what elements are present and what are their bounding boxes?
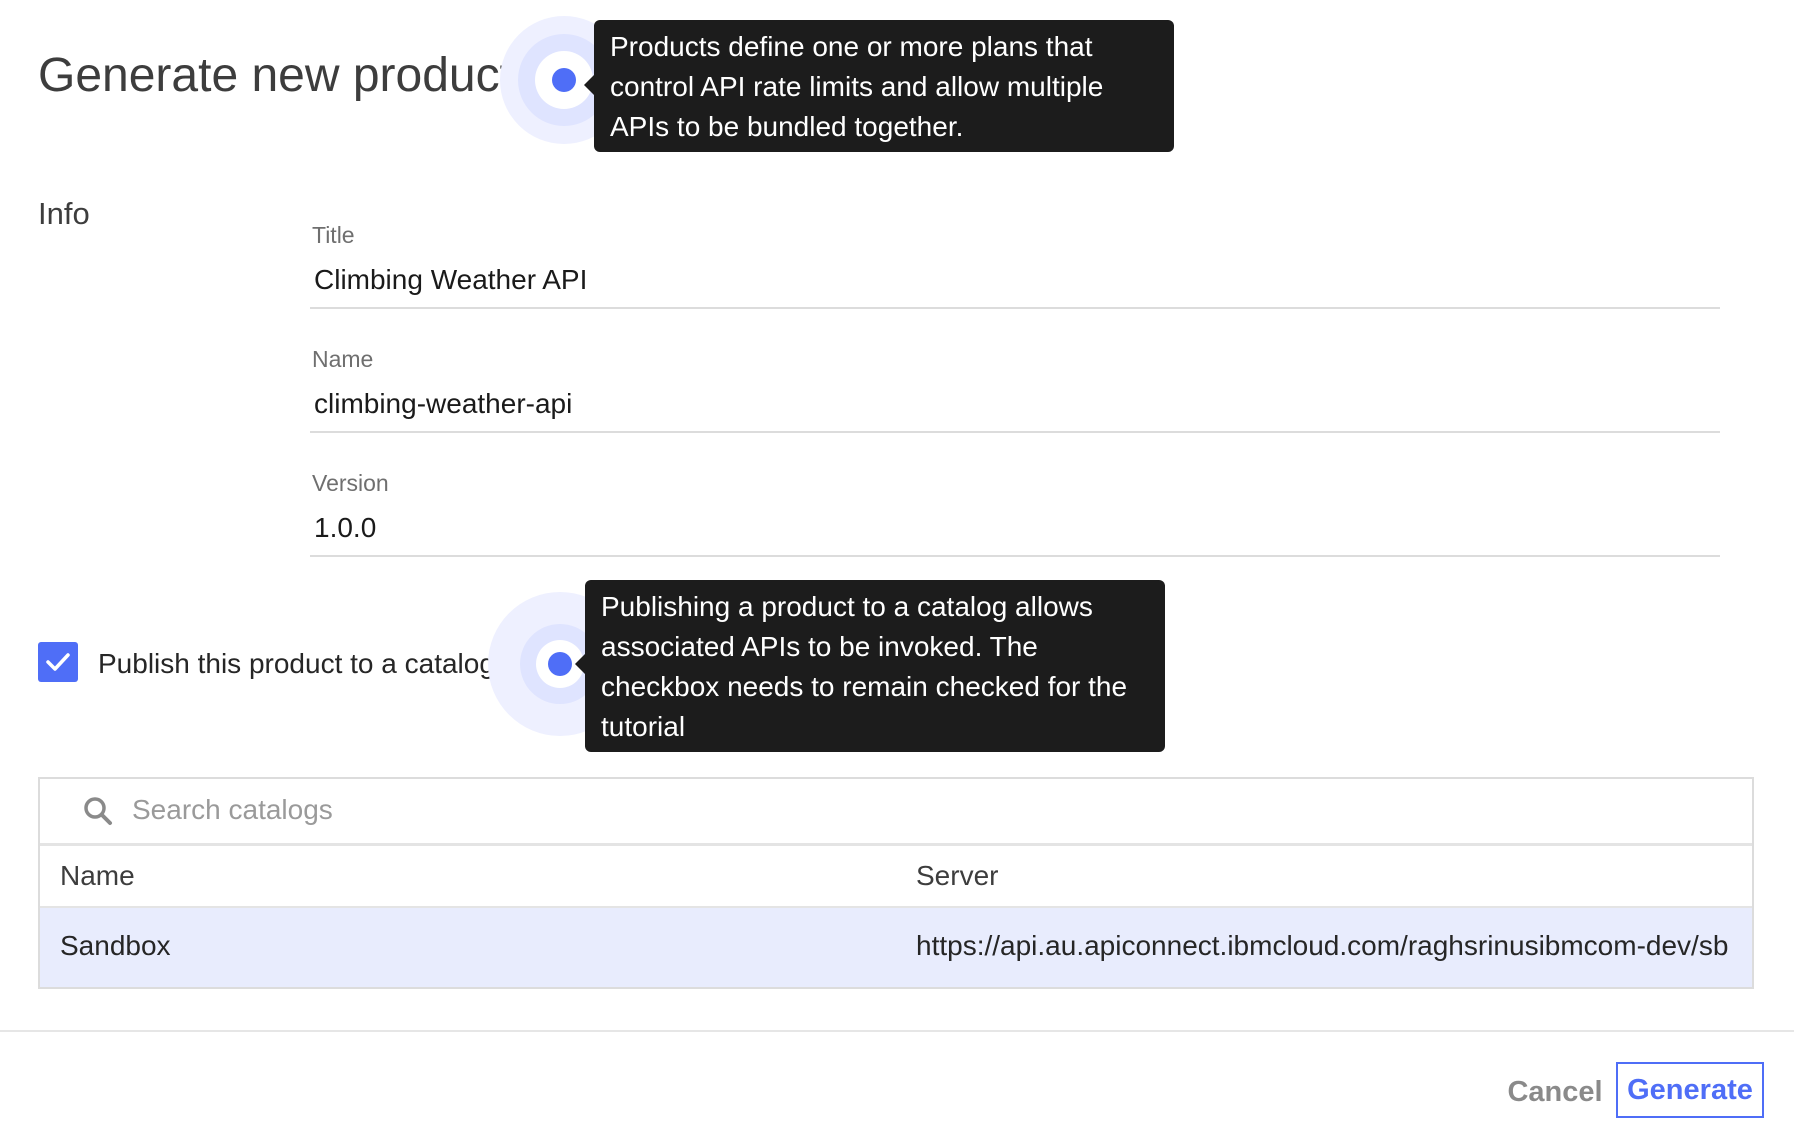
generate-button[interactable]: Generate <box>1616 1062 1764 1118</box>
search-input[interactable]: Search catalogs <box>132 794 333 826</box>
info-section-label: Info <box>38 196 90 231</box>
title-field-underline <box>310 307 1720 309</box>
table-header: Name Server <box>40 846 1752 908</box>
tooltip-line: APIs to be bundled together. <box>610 111 964 142</box>
products-tooltip: Products define one or more plans that c… <box>594 20 1174 152</box>
page-title: Generate new product <box>38 49 513 102</box>
tooltip-line: associated APIs to be invoked. The <box>601 631 1038 662</box>
name-field[interactable]: climbing-weather-api <box>314 388 572 420</box>
publish-checkbox[interactable] <box>38 642 78 682</box>
title-field-label: Title <box>312 222 355 248</box>
tooltip-line: tutorial <box>601 711 686 742</box>
version-field[interactable]: 1.0.0 <box>314 512 376 544</box>
publish-checkbox-label[interactable]: Publish this product to a catalog <box>98 648 495 680</box>
name-field-underline <box>310 431 1720 433</box>
name-field-label: Name <box>312 346 374 372</box>
title-field[interactable]: Climbing Weather API <box>314 264 587 296</box>
publish-tooltip: Publishing a product to a catalog allows… <box>585 580 1165 752</box>
tooltip-line: checkbox needs to remain checked for the <box>601 671 1128 702</box>
tooltip-line: Publishing a product to a catalog allows <box>601 591 1093 622</box>
tooltip-line: Products define one or more plans that <box>610 31 1093 62</box>
checkmark-icon <box>46 653 70 671</box>
version-field-underline <box>310 555 1720 557</box>
catalog-table: Search catalogs Name Server Sandbox http… <box>38 777 1754 989</box>
search-icon <box>84 797 112 825</box>
catalog-search-bar[interactable]: Search catalogs <box>40 779 1752 846</box>
version-field-label: Version <box>312 470 389 496</box>
cancel-button[interactable]: Cancel <box>1500 1066 1610 1118</box>
footer-divider <box>0 1030 1794 1032</box>
table-row[interactable]: Sandbox https://api.au.apiconnect.ibmclo… <box>40 908 1752 987</box>
catalog-server-cell: https://api.au.apiconnect.ibmcloud.com/r… <box>916 930 1729 961</box>
column-header-name[interactable]: Name <box>60 860 135 892</box>
catalog-name-cell: Sandbox <box>60 930 171 961</box>
tooltip-line: control API rate limits and allow multip… <box>610 71 1104 102</box>
column-header-server[interactable]: Server <box>916 860 998 892</box>
